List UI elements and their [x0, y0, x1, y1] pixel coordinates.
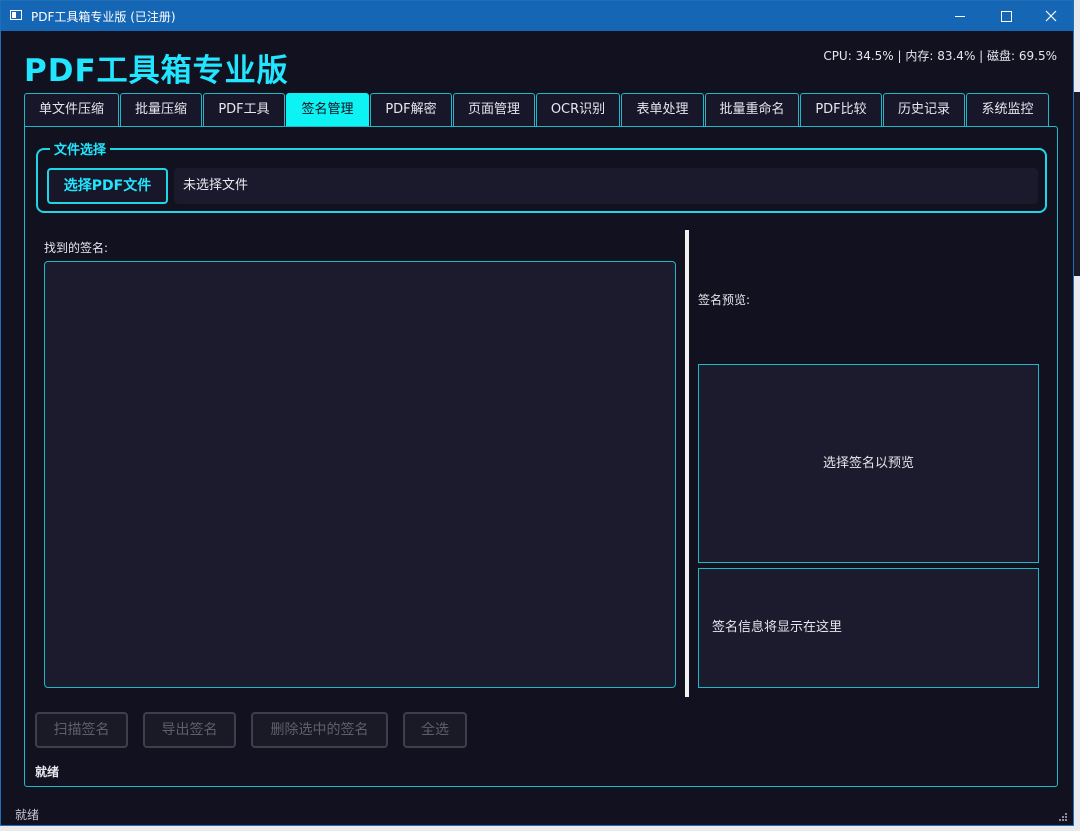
tab-system-monitor[interactable]: 系统监控 [966, 93, 1049, 126]
signature-management-panel: 文件选择 选择PDF文件 未选择文件 找到的签名: 签名预览: 选择签名以预览 … [24, 126, 1058, 787]
tab-ocr[interactable]: OCR识别 [536, 93, 620, 126]
close-icon [1045, 10, 1057, 22]
resize-grip[interactable] [1058, 812, 1067, 821]
window-title: PDF工具箱专业版 (已注册) [31, 10, 176, 24]
tab-pdf-compare[interactable]: PDF比较 [800, 93, 882, 126]
file-select-group-label: 文件选择 [50, 139, 111, 158]
signature-preview-placeholder: 选择签名以预览 [822, 456, 914, 471]
signature-info-placeholder: 签名信息将显示在这里 [712, 620, 843, 635]
signature-preview-label: 签名预览: [698, 293, 751, 307]
signature-list-label: 找到的签名: [44, 241, 109, 255]
panel-status-text: 就绪 [35, 765, 60, 779]
system-monitor-readout: CPU: 34.5% | 内存: 83.4% | 磁盘: 69.5% [823, 49, 1057, 63]
select-all-button[interactable]: 全选 [403, 712, 467, 748]
select-pdf-button[interactable]: 选择PDF文件 [47, 168, 168, 204]
app-window: PDF工具箱专业版 (已注册) PDF工具箱专业版 CPU: 34.5% | 内… [0, 0, 1074, 826]
tab-batch-rename[interactable]: 批量重命名 [705, 93, 799, 126]
splitter-handle[interactable] [685, 230, 689, 697]
tab-batch-compress[interactable]: 批量压缩 [120, 93, 202, 126]
tab-pdf-tools[interactable]: PDF工具 [203, 93, 285, 126]
minimize-button[interactable] [937, 1, 983, 31]
signature-info-area: 签名信息将显示在这里 [698, 568, 1039, 688]
app-window-icon [10, 10, 22, 20]
close-button[interactable] [1028, 1, 1074, 31]
tab-signature-management[interactable]: 签名管理 [286, 93, 369, 126]
maximize-button[interactable] [983, 1, 1029, 31]
scan-signatures-button[interactable]: 扫描签名 [35, 712, 128, 748]
title-bar[interactable]: PDF工具箱专业版 (已注册) [1, 1, 1073, 31]
app-title: PDF工具箱专业版 [24, 53, 289, 89]
tab-pdf-decrypt[interactable]: PDF解密 [370, 93, 452, 126]
tab-history[interactable]: 历史记录 [883, 93, 965, 126]
delete-selected-signatures-button[interactable]: 删除选中的签名 [251, 712, 388, 748]
signature-list[interactable] [44, 261, 676, 688]
file-select-group: 文件选择 选择PDF文件 未选择文件 [36, 139, 1047, 213]
selected-file-path: 未选择文件 [174, 168, 1038, 204]
tab-form-processing[interactable]: 表单处理 [621, 93, 704, 126]
tab-single-compress[interactable]: 单文件压缩 [24, 93, 119, 126]
tab-page-management[interactable]: 页面管理 [453, 93, 535, 126]
signature-preview-area: 选择签名以预览 [698, 364, 1039, 563]
status-bar-text: 就绪 [15, 808, 40, 822]
background-window-edge [1074, 92, 1080, 276]
export-signatures-button[interactable]: 导出签名 [143, 712, 236, 748]
